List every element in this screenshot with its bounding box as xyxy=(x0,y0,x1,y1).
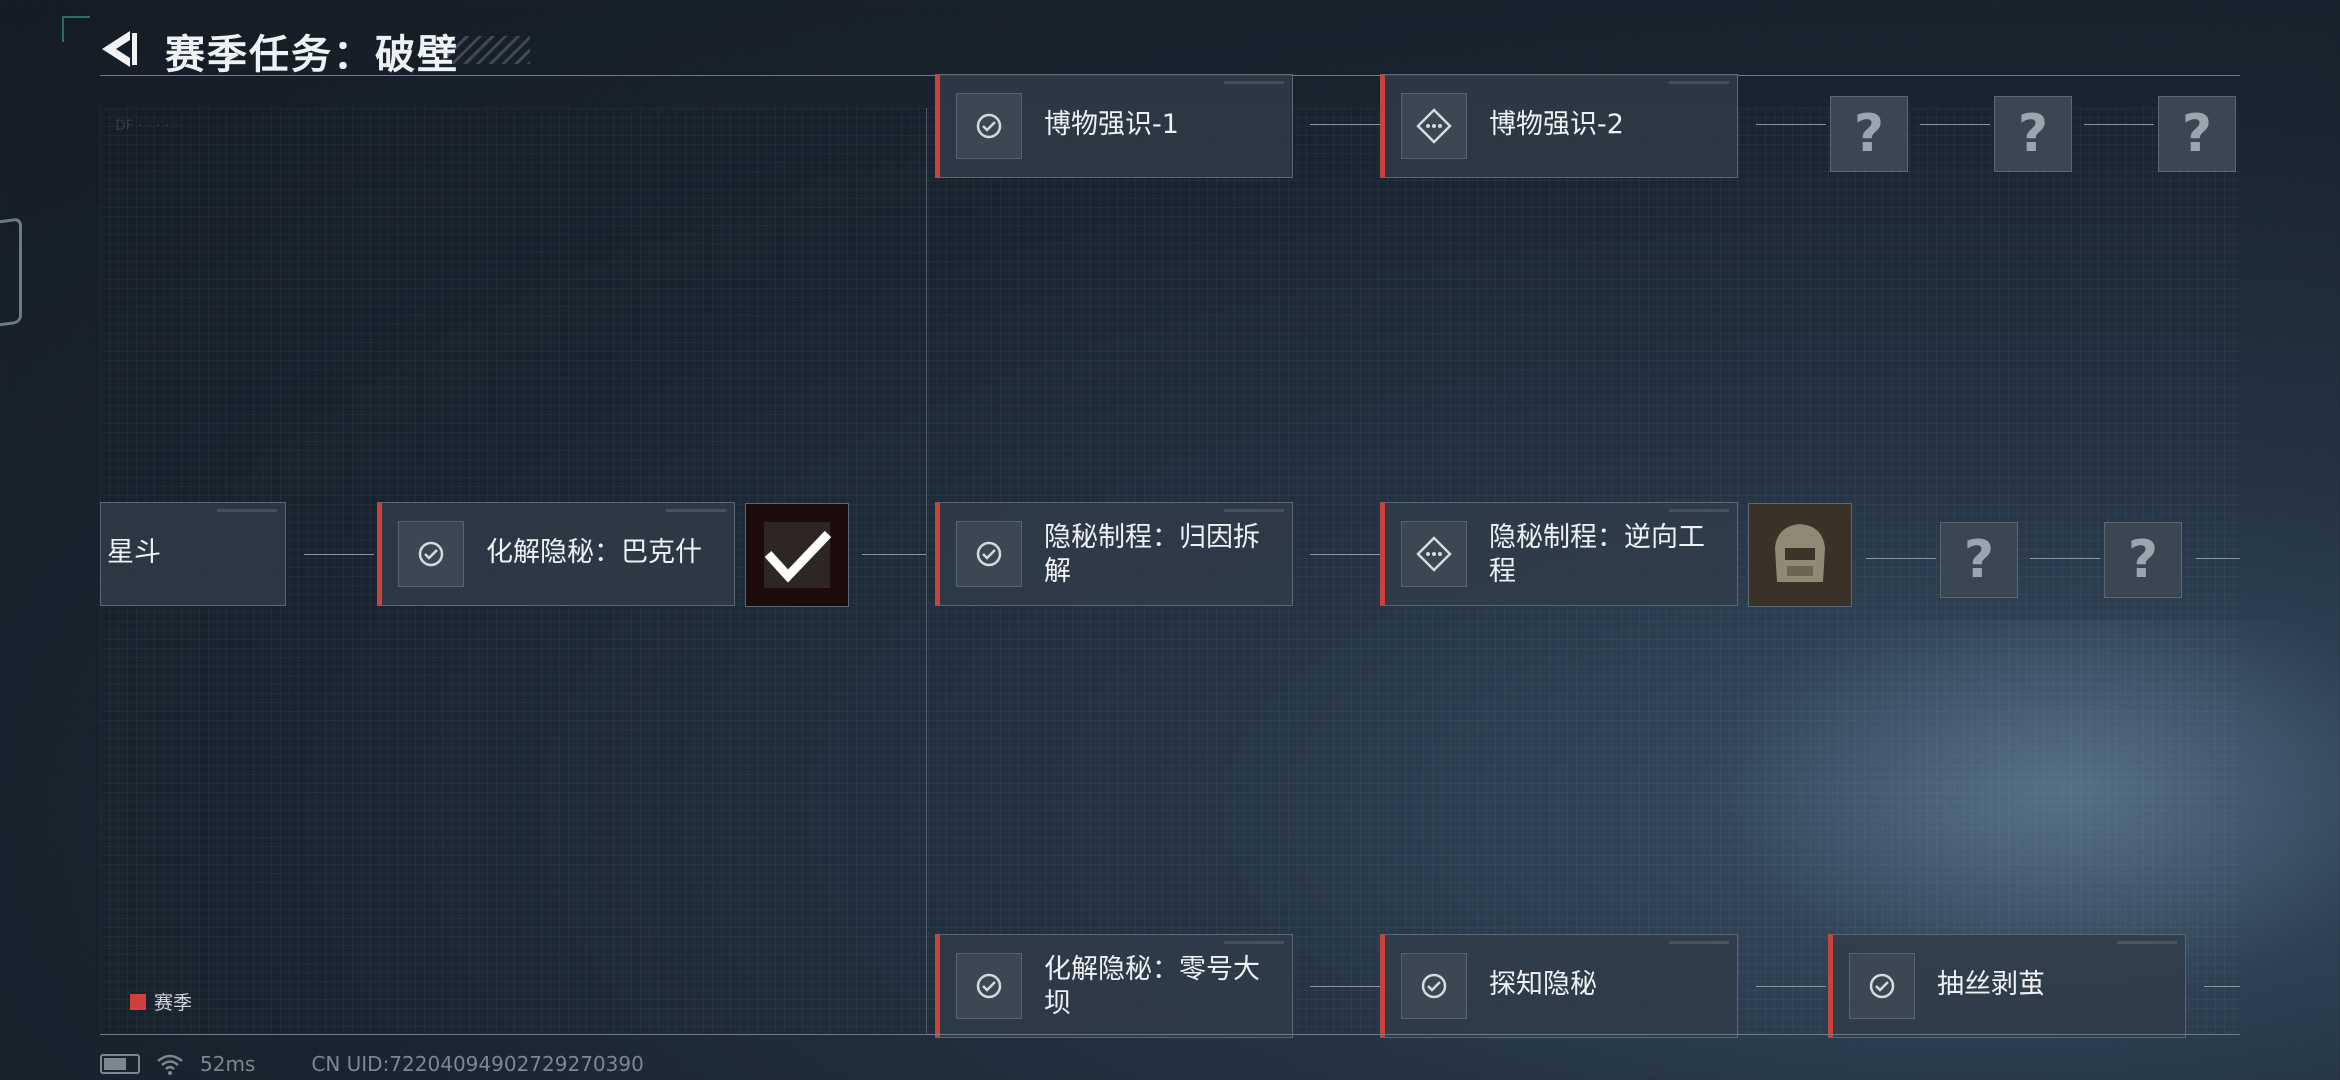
medal-check-icon xyxy=(956,521,1022,587)
connector-line xyxy=(1310,124,1380,125)
footer-divider xyxy=(100,1034,2240,1035)
back-button[interactable] xyxy=(96,25,144,73)
page-title: 赛季任务：破壁 xyxy=(165,32,459,78)
legend-swatch xyxy=(130,993,146,1010)
medal-check-icon xyxy=(1401,953,1467,1019)
connector-line xyxy=(2084,124,2154,125)
connector-line xyxy=(1310,554,1380,555)
node-decoration xyxy=(1669,941,1729,944)
back-arrow-icon xyxy=(102,31,137,67)
wifi-icon xyxy=(157,1054,183,1075)
title-decoration xyxy=(440,36,530,64)
task-node-partial[interactable]: 星斗 xyxy=(100,502,286,606)
task-node-tanzhi[interactable]: 探知隐秘 xyxy=(1380,934,1738,1038)
task-node-huajie-bakeshi[interactable]: 化解隐秘：巴克什 xyxy=(377,502,735,606)
task-node-bowu-2[interactable]: 博物强识-2 xyxy=(1380,74,1738,178)
locked-task-node[interactable]: ? xyxy=(2158,96,2236,172)
task-label: 星斗 xyxy=(107,537,161,568)
node-decoration xyxy=(1224,941,1284,944)
reward-helmet[interactable] xyxy=(1748,503,1852,607)
task-label: 化解隐秘：零号大坝 xyxy=(1044,954,1260,1019)
task-label: 博物强识-2 xyxy=(1489,109,1624,140)
side-tab-handle[interactable] xyxy=(0,217,22,329)
corner-decoration xyxy=(62,16,90,42)
connector-line xyxy=(1756,986,1826,987)
task-node-bowu-1[interactable]: 博物强识-1 xyxy=(935,74,1293,178)
task-label: 隐秘制程：逆向工程 xyxy=(1489,522,1705,587)
legend: 赛季 xyxy=(130,988,192,1015)
connector-line xyxy=(2196,558,2240,559)
locked-task-node[interactable]: ? xyxy=(2104,522,2182,598)
node-decoration xyxy=(1669,81,1729,84)
connector-line xyxy=(2204,986,2240,987)
status-bar: 52ms CN UID:722040949027292703​90 xyxy=(100,1052,644,1076)
locked-task-node[interactable]: ? xyxy=(1940,522,2018,598)
task-label: 隐秘制程：归因拆解 xyxy=(1044,522,1260,587)
task-node-nixiang[interactable]: 隐秘制程：逆向工程 xyxy=(1380,502,1738,606)
diamond-dots-icon xyxy=(1401,521,1467,587)
node-decoration xyxy=(2117,941,2177,944)
uid-text: CN UID:722040949027292703​90 xyxy=(311,1052,644,1076)
ping-value: 52ms xyxy=(200,1052,256,1076)
locked-task-node[interactable]: ? xyxy=(1994,96,2072,172)
medal-check-icon xyxy=(1849,953,1915,1019)
node-decoration xyxy=(666,509,726,512)
armor-check-icon xyxy=(764,522,832,588)
task-label: 探知隐秘 xyxy=(1489,969,1597,1000)
task-node-chousi[interactable]: 抽丝剥茧 xyxy=(1828,934,2186,1038)
medal-check-icon xyxy=(398,521,464,587)
branch-connector xyxy=(926,108,927,1034)
connector-line xyxy=(1866,558,1936,559)
node-decoration xyxy=(1669,509,1729,512)
connector-line xyxy=(1756,124,1826,125)
reward-armor-completed[interactable] xyxy=(745,503,849,607)
connector-line xyxy=(2030,558,2100,559)
node-decoration xyxy=(1224,81,1284,84)
helmet-icon xyxy=(1775,524,1825,582)
connector-line xyxy=(304,554,374,555)
medal-check-icon xyxy=(956,953,1022,1019)
legend-label: 赛季 xyxy=(154,992,193,1014)
task-label: 抽丝剥茧 xyxy=(1937,969,2045,1000)
task-label: 化解隐秘：巴克什 xyxy=(486,537,702,568)
connector-line xyxy=(1920,124,1990,125)
task-node-linghao[interactable]: 化解隐秘：零号大坝 xyxy=(935,934,1293,1038)
task-label: 博物强识-1 xyxy=(1044,109,1179,140)
connector-line xyxy=(1310,986,1380,987)
node-decoration xyxy=(217,509,277,512)
connector-line xyxy=(862,554,926,555)
locked-task-node[interactable]: ? xyxy=(1830,96,1908,172)
task-node-guiyin[interactable]: 隐秘制程：归因拆解 xyxy=(935,502,1293,606)
diamond-dots-icon xyxy=(1401,93,1467,159)
battery-icon xyxy=(100,1054,140,1074)
medal-check-icon xyxy=(956,93,1022,159)
node-decoration xyxy=(1224,509,1284,512)
